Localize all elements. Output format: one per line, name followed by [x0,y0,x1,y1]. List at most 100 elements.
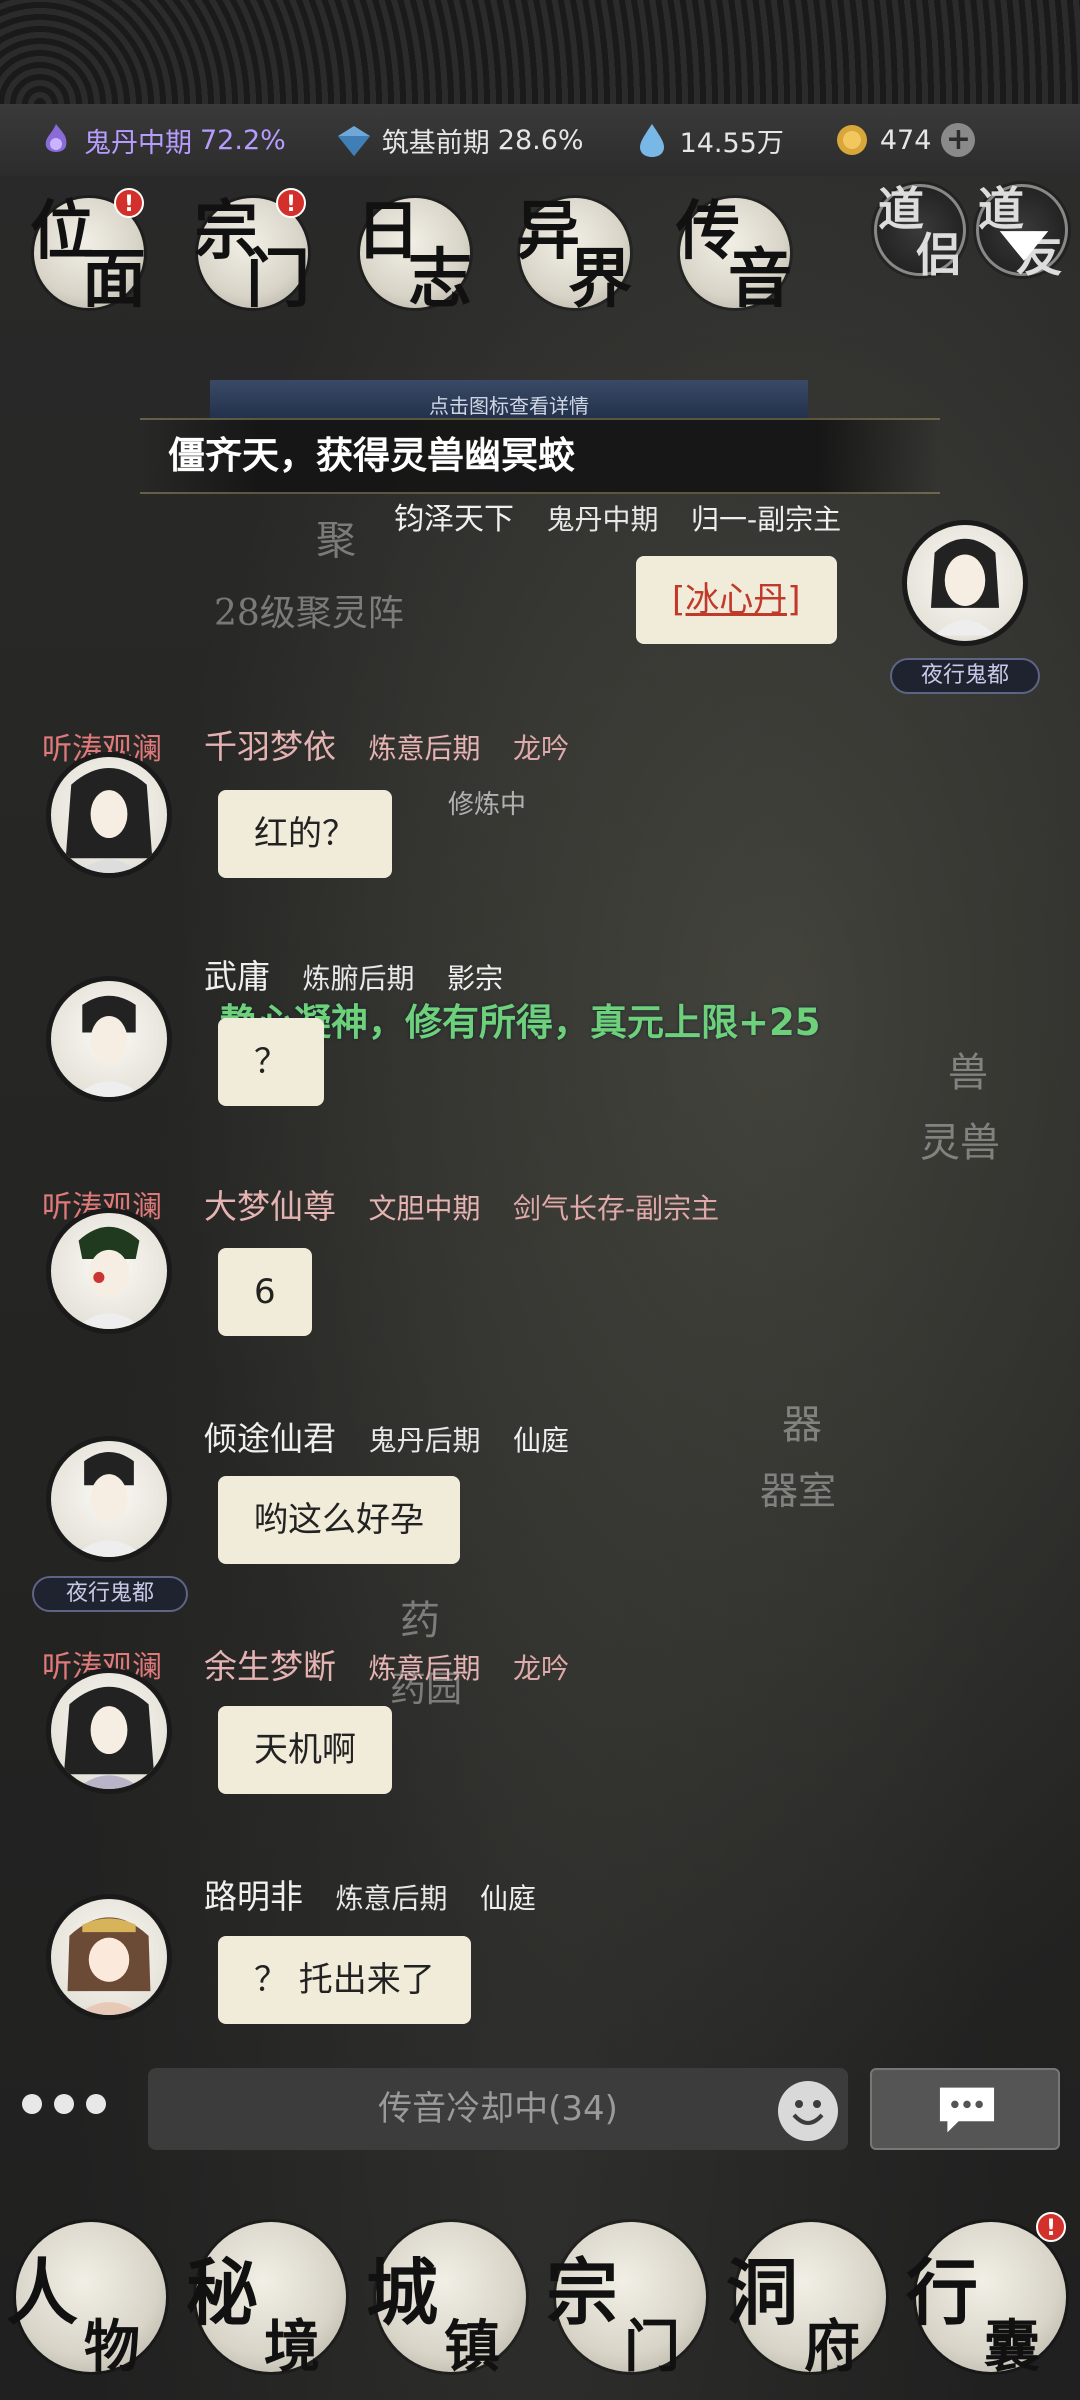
chat-bubble[interactable]: 天机啊 [218,1706,392,1794]
sender-sect: 龙吟 [513,732,570,765]
foundation-crystal-icon [337,126,370,156]
emoji-icon[interactable] [778,2081,838,2141]
foundation-stat[interactable]: 筑基前期 28.6% [334,120,584,160]
avatar[interactable] [46,1436,172,1562]
chat-sender-line: 倾途仙君 鬼丹后期 仙庭 [204,1412,569,1460]
sender-rank: 炼意后期 [368,1652,481,1685]
menu-char-2: 门 [246,242,310,317]
water-drop-icon [639,124,664,157]
avatar[interactable] [46,752,172,878]
chat-bubble[interactable]: 6 [218,1248,312,1336]
nav-character[interactable]: 人 物 [6,2216,166,2388]
avatar[interactable] [902,520,1028,646]
add-coin-button[interactable]: + [941,123,976,157]
sender-name[interactable]: 大梦仙尊 [204,1187,336,1226]
resource-bar: 鬼丹中期 72.2% 筑基前期 28.6% 14.55万 474 + [0,104,1080,176]
scene-label-herb[interactable]: 药 [400,1588,440,1646]
nav-char-1: 洞 [726,2250,799,2335]
avatar[interactable] [46,1894,172,2020]
top-menu-plane[interactable]: 位 面 ! [30,188,150,317]
nav-char-2: 镇 [444,2314,500,2380]
scene-label-weapon-room: 器室 [760,1469,837,1513]
nav-town[interactable]: 城 镇 [366,2216,526,2388]
nav-char-1: 城 [366,2250,439,2335]
sender-sect: 影宗 [447,962,504,995]
sender-sect: 仙庭 [480,1882,537,1915]
top-menu-message[interactable]: 传 音 [676,194,796,314]
sender-name[interactable]: 钧泽天下 [394,502,514,537]
scene-label-ju: 聚 [316,518,356,564]
sender-rank: 鬼丹后期 [368,1424,481,1457]
sender-rank: 炼腑后期 [302,962,415,995]
realm-label: 鬼丹中期 [84,127,192,159]
sender-name[interactable]: 武庸 [204,957,270,996]
chat-bubble[interactable]: 红的？ [218,790,392,878]
top-menu-otherworld[interactable]: 异 界 [516,194,636,314]
top-menu-sect[interactable]: 宗 门 ! [194,188,314,317]
avatar-portrait-icon [930,538,1000,636]
sender-name[interactable]: 路明非 [204,1877,303,1916]
chat-bubble[interactable]: [冰心丹] [636,556,837,644]
player-title-tag: 夜行鬼都 [32,1576,188,1612]
player-title-tag: 夜行鬼都 [890,658,1040,694]
nav-sect[interactable]: 宗 门 [546,2216,706,2388]
nav-char-2: 门 [624,2314,680,2380]
menu-char-2: 面 [82,242,146,317]
sender-sect: 龙吟 [513,1652,570,1685]
daoyou-button[interactable]: 道 友 [976,180,1076,280]
avatar-portrait-icon [67,1917,151,2015]
avatar[interactable] [46,1668,172,1794]
realm-percent: 72.2% [200,124,286,156]
daolv-button[interactable]: 道 侣 [874,180,974,280]
realm-stat[interactable]: 鬼丹中期 72.2% [36,120,286,160]
nav-char-1: 人 [6,2250,79,2335]
sender-sect: 仙庭 [513,1424,570,1457]
alert-badge: ! [1036,2212,1066,2242]
nav-char-2: 府 [804,2314,860,2380]
nav-char-1: 行 [906,2250,979,2335]
collapse-triangle-icon[interactable] [996,226,1052,266]
foundation-label: 筑基前期 [381,127,490,159]
sender-name[interactable]: 余生梦断 [204,1647,336,1686]
chat-input[interactable]: 传音冷却中(34) [148,2068,848,2150]
menu-char-2: 音 [728,242,792,317]
scene-label-beast[interactable]: 兽 [948,1040,988,1098]
coin-icon [836,125,867,155]
chat-bubble[interactable]: ？ [218,1018,324,1106]
sender-rank: 文胆中期 [368,1192,481,1225]
sender-name[interactable]: 倾途仙君 [204,1419,336,1458]
alert-badge: ! [114,188,144,218]
sender-rank: 炼意后期 [335,1882,448,1915]
chat-sender-line: 武庸 炼腑后期 影宗 [204,950,503,998]
nav-char-2: 囊 [984,2314,1040,2380]
avatar[interactable] [46,976,172,1102]
nav-bag[interactable]: 行 囊 ! [906,2212,1066,2388]
sender-name[interactable]: 千羽梦依 [204,727,336,766]
nav-char-2: 物 [84,2314,140,2380]
coin-stat[interactable]: 474 + [832,120,976,160]
chat-sender-line: 大梦仙尊 文胆中期 剑气长存-副宗主 [204,1180,719,1228]
nav-cave[interactable]: 洞 府 [726,2216,886,2388]
scene-label-weapon[interactable]: 器 [782,1392,822,1450]
nav-char-2: 境 [264,2314,320,2380]
scene-label-cultivating: 修炼中 [448,790,527,820]
menu-char-2: 志 [408,242,472,317]
more-options-icon[interactable] [22,2094,118,2114]
chat-sender-line: 千羽梦依 炼意后期 龙吟 [204,720,569,768]
nav-secret-realm[interactable]: 秘 境 [186,2216,346,2388]
chat-bubble[interactable]: ？ 托出来了 [218,1936,471,2024]
send-message-button[interactable] [870,2068,1060,2150]
chat-input-row: 传音冷却中(34) [0,2064,1080,2154]
foundation-percent: 28.6% [497,124,584,156]
realm-flame-icon [45,124,67,152]
sender-rank: 鬼丹中期 [546,503,659,536]
avatar-portrait-icon [74,1226,144,1329]
detail-hint-banner[interactable]: 点击图标查看详情 [210,380,808,420]
chat-bubble[interactable]: 哟这么好孕 [218,1476,460,1564]
top-menu-log[interactable]: 日 志 [356,194,476,314]
speech-bubble-icon [939,2087,995,2133]
alert-badge: ! [276,188,306,218]
spirit-stat[interactable]: 14.55万 [632,120,784,160]
avatar[interactable] [46,1208,172,1334]
menu-char-2: 界 [568,242,632,317]
